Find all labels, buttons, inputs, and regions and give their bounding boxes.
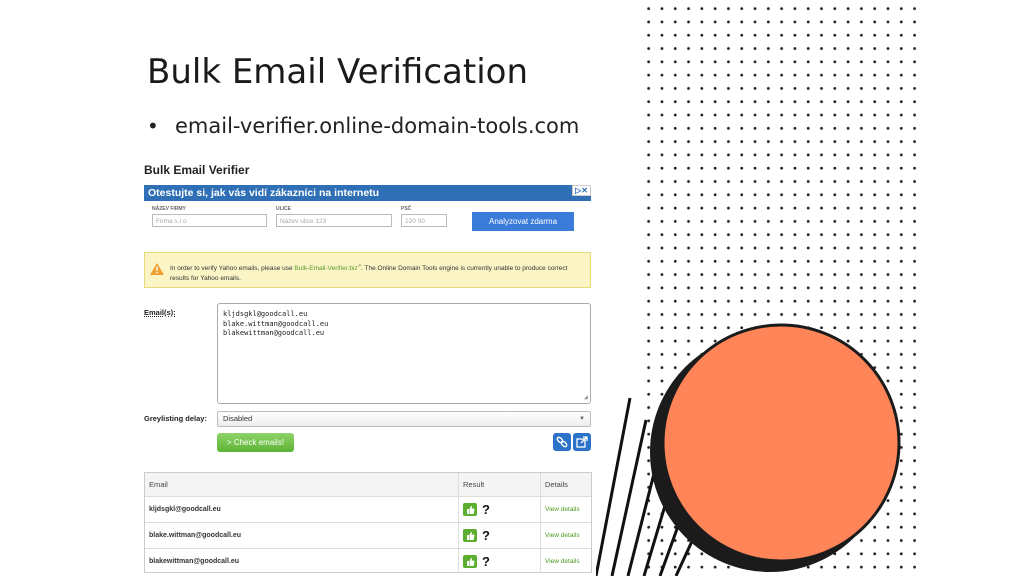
bullet-item: • email-verifier.online-domain-tools.com xyxy=(147,114,579,138)
results-table: Email Result Details kljdsgkl@goodcall.e… xyxy=(144,472,592,573)
resize-grip-icon[interactable]: ◢ xyxy=(584,393,588,403)
zip-input[interactable]: 120 00 xyxy=(401,214,447,227)
row-email: blake.wittman@goodcall.eu xyxy=(149,532,242,539)
result-unknown: ? xyxy=(482,553,490,569)
link-button[interactable] xyxy=(553,433,571,451)
view-details-link[interactable]: View details xyxy=(540,497,591,522)
warning-text: In order to verify Yahoo emails, please … xyxy=(170,261,588,284)
thumbs-up-icon xyxy=(463,503,477,516)
greylisting-select[interactable]: Disabled ▼ xyxy=(217,411,591,427)
view-details-link[interactable]: View details xyxy=(540,549,591,573)
chevron-down-icon: ▼ xyxy=(579,416,585,422)
ad-close-icon[interactable]: ▷✕ xyxy=(572,185,591,196)
warning-text-before: In order to verify Yahoo emails, please … xyxy=(170,265,295,273)
ad-field-label: ULICE xyxy=(276,206,291,212)
ad-field-label: PSČ xyxy=(401,206,412,212)
greylisting-value: Disabled xyxy=(223,414,253,423)
share-button[interactable] xyxy=(573,433,591,451)
external-link-icon xyxy=(576,436,588,448)
bullet-dot: • xyxy=(147,114,159,138)
greylisting-label: Greylisting delay: xyxy=(144,414,207,423)
tool-screenshot: Bulk Email Verifier Otestujte si, jak vá… xyxy=(141,157,596,576)
row-result: ? xyxy=(458,549,540,573)
view-details-link[interactable]: View details xyxy=(540,523,591,548)
check-emails-button[interactable]: > Check emails! xyxy=(217,433,294,452)
column-header-email: Email xyxy=(149,480,168,489)
ad-field-zip: PSČ 120 00 xyxy=(401,206,447,227)
row-email: kljdsgkl@goodcall.eu xyxy=(149,506,221,513)
thumbs-up-icon xyxy=(463,554,477,568)
row-email: blakewittman@goodcall.eu xyxy=(149,557,240,565)
ad-banner[interactable]: Otestujte si, jak vás vidí zákazníci na … xyxy=(144,185,591,235)
emails-label: Email(s): xyxy=(144,308,176,317)
ad-title-bar: Otestujte si, jak vás vidí zákazníci na … xyxy=(144,185,591,201)
ad-form: NÁZEV FIRMY Firma s.r.o ULICE Název ulic… xyxy=(144,206,591,235)
bulk-verifier-link[interactable]: Bulk-Email-Verifier.biz xyxy=(294,265,357,272)
yahoo-warning: In order to verify Yahoo emails, please … xyxy=(144,252,591,288)
row-result: ? xyxy=(458,497,540,522)
tool-heading: Bulk Email Verifier xyxy=(144,163,250,177)
table-row: kljdsgkl@goodcall.eu ? View details xyxy=(145,497,591,523)
result-unknown: ? xyxy=(482,528,490,543)
ad-field-company: NÁZEV FIRMY Firma s.r.o xyxy=(152,206,267,227)
street-input[interactable]: Název ulice 123 xyxy=(276,214,392,227)
column-header-result: Result xyxy=(458,473,540,496)
table-row: blakewittman@goodcall.eu ? View details xyxy=(145,549,591,573)
row-result: ? xyxy=(458,523,540,548)
table-header: Email Result Details xyxy=(145,473,591,497)
link-icon xyxy=(556,436,568,448)
slide-title: Bulk Email Verification xyxy=(147,52,528,92)
column-header-details: Details xyxy=(540,473,591,496)
emails-textarea[interactable]: kljdsgkl@goodcall.eu blake.wittman@goodc… xyxy=(217,303,591,404)
table-row: blake.wittman@goodcall.eu ? View details xyxy=(145,523,591,549)
analyze-button[interactable]: Analyzovat zdarma xyxy=(472,212,574,231)
thumbs-up-icon xyxy=(463,529,477,542)
bullet-text: email-verifier.online-domain-tools.com xyxy=(175,114,580,138)
ad-field-street: ULICE Název ulice 123 xyxy=(276,206,392,227)
result-unknown: ? xyxy=(482,502,490,517)
emails-value: kljdsgkl@goodcall.eu blake.wittman@goodc… xyxy=(223,310,329,337)
warning-icon xyxy=(150,263,164,275)
ad-field-label: NÁZEV FIRMY xyxy=(152,206,186,212)
company-input[interactable]: Firma s.r.o xyxy=(152,214,267,227)
dot-pattern xyxy=(640,0,916,576)
ad-title: Otestujte si, jak vás vidí zákazníci na … xyxy=(148,187,380,199)
